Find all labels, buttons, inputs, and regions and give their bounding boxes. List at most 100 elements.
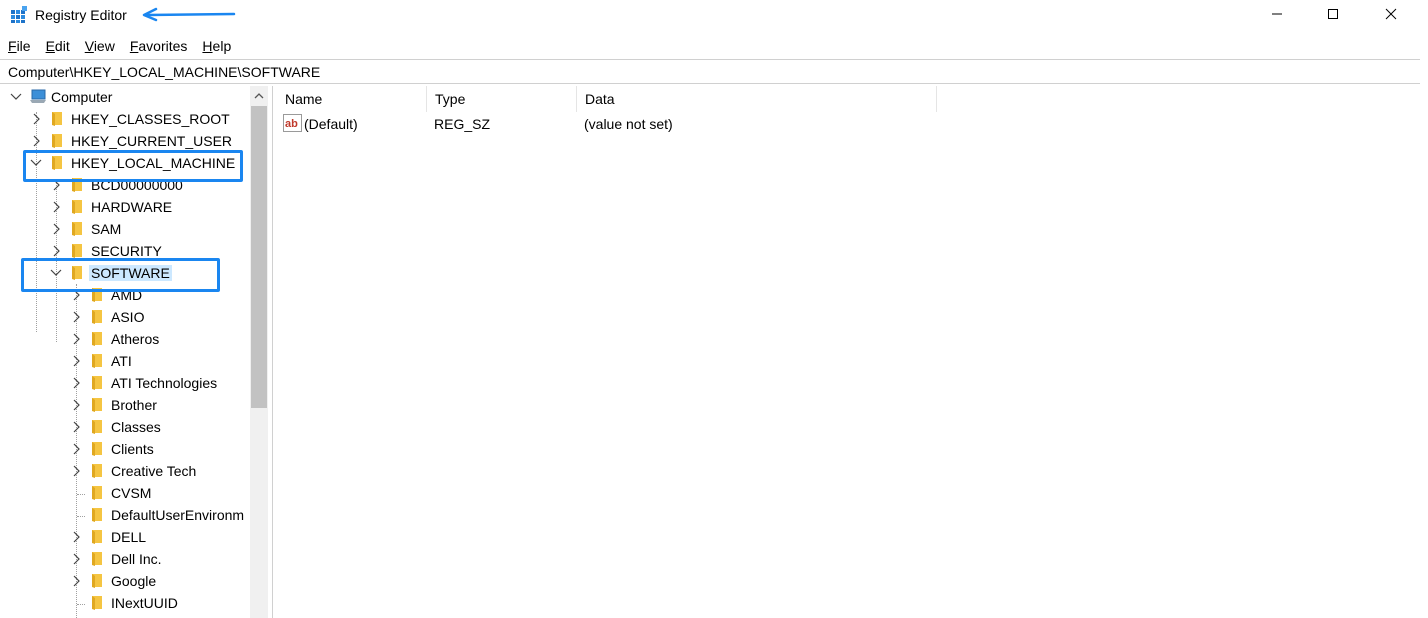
tree-item-subkey[interactable]: Creative Tech [0,460,250,482]
tree-item-subkey[interactable]: CVSM [0,482,250,504]
registry-cube-icon [10,6,28,24]
folder-icon [49,133,65,148]
menu-file[interactable]: File [0,36,38,56]
tree-item-label: Brother [111,397,157,413]
tree-item-subkey[interactable]: ATI [0,350,250,372]
tree-item-subkey[interactable]: Atheros [0,328,250,350]
chevron-right-icon[interactable] [69,552,83,566]
annotation-arrow-icon [138,6,238,25]
tree-item-subkey[interactable]: DefaultUserEnvironm [0,504,250,526]
tree-item-label: SAM [91,221,122,237]
folder-icon [89,419,105,434]
menu-edit[interactable]: Edit [38,36,77,56]
tree-item-subkey[interactable]: Clients [0,438,250,460]
chevron-right-icon[interactable] [69,310,83,324]
address-bar[interactable]: Computer\HKEY_LOCAL_MACHINE\SOFTWARE [0,59,1420,84]
value-row-default[interactable]: ab (Default) REG_SZ (value not set) [277,113,977,135]
maximize-button[interactable] [1304,0,1362,30]
folder-icon [49,111,65,126]
computer-icon [29,89,47,104]
folder-icon [69,199,85,214]
column-header-data[interactable]: Data [577,86,937,112]
tree-item-label: ATI Technologies [111,375,218,391]
annotation-highlight-hklm [23,150,243,182]
tree-item-label: Creative Tech [111,463,197,479]
tree-item-label: DELL [111,529,147,545]
folder-icon [89,595,105,610]
menu-favorites[interactable]: Favorites [122,36,195,56]
tree-item-label: DefaultUserEnvironm [111,507,245,523]
folder-icon [89,485,105,500]
chevron-right-icon[interactable] [69,420,83,434]
chevron-right-icon[interactable] [69,354,83,368]
minimize-button[interactable] [1248,0,1306,30]
folder-icon [69,221,85,236]
folder-icon [89,397,105,412]
chevron-right-icon[interactable] [29,112,43,126]
folder-icon [89,331,105,346]
chevron-right-icon[interactable] [69,332,83,346]
tree-item-label: ASIO [111,309,145,325]
chevron-right-icon[interactable] [69,574,83,588]
values-list[interactable]: Name Type Data ab (Default) REG_SZ (valu… [277,86,1420,618]
tree-item-subkey[interactable]: Google [0,570,250,592]
chevron-right-icon[interactable] [69,376,83,390]
tree-item-subkey[interactable]: Dell Inc. [0,548,250,570]
folder-icon [89,507,105,522]
tree-item-sam[interactable]: SAM [0,218,250,240]
chevron-right-icon[interactable] [69,530,83,544]
folder-icon [89,573,105,588]
tree-item-hkey-classes-root[interactable]: HKEY_CLASSES_ROOT [0,108,250,130]
tree-item-subkey[interactable]: INextUUID [0,592,250,614]
tree-item-subkey[interactable]: Brother [0,394,250,416]
maximize-icon [1327,7,1339,23]
chevron-right-icon[interactable] [29,134,43,148]
tree-item-subkey[interactable]: ASIO [0,306,250,328]
column-header-type[interactable]: Type [427,86,577,112]
tree-item-hkey-current-user[interactable]: HKEY_CURRENT_USER [0,130,250,152]
minimize-icon [1271,7,1283,23]
chevron-right-icon[interactable] [69,398,83,412]
folder-icon [89,309,105,324]
tree-item-hardware[interactable]: HARDWARE [0,196,250,218]
menu-help[interactable]: Help [194,36,238,56]
tree-item-label: Dell Inc. [111,551,162,567]
tree-item-subkey[interactable]: Classes [0,416,250,438]
address-path[interactable]: Computer\HKEY_LOCAL_MACHINE\SOFTWARE [8,64,320,80]
close-button[interactable] [1362,0,1420,30]
svg-text:ab: ab [285,118,298,130]
chevron-right-icon[interactable] [49,200,63,214]
tree-item-subkey[interactable]: DELL [0,526,250,548]
chevron-right-icon[interactable] [69,464,83,478]
folder-icon [89,551,105,566]
value-data: (value not set) [584,116,673,132]
menu-view[interactable]: View [77,36,122,56]
tree-item-label: ATI [111,353,132,369]
tree-item-label: HKEY_CLASSES_ROOT [71,111,230,127]
scroll-thumb[interactable] [251,106,267,408]
annotation-highlight-software [21,258,220,292]
tree-item-label: Clients [111,441,154,457]
folder-icon [89,463,105,478]
tree-item-label: Classes [111,419,161,435]
tree-item-label: CVSM [111,485,152,501]
value-name: (Default) [304,116,358,132]
tree-item-label: Computer [51,89,113,105]
folder-icon [89,441,105,456]
chevron-right-icon[interactable] [69,442,83,456]
tree-item-label: Google [111,573,157,589]
column-header-name[interactable]: Name [277,86,427,112]
chevron-right-icon[interactable] [49,244,63,258]
tree-item-subkey[interactable]: ATI Technologies [0,372,250,394]
chevron-right-icon[interactable] [49,222,63,236]
tree-scrollbar[interactable] [250,86,268,618]
folder-icon [89,375,105,390]
tree-item-label: HKEY_CURRENT_USER [71,133,233,149]
tree-item-label: Atheros [111,331,160,347]
tree-item-computer[interactable]: Computer [0,86,250,108]
value-type: REG_SZ [434,116,491,132]
pane-splitter[interactable] [272,86,276,618]
chevron-down-icon[interactable] [9,90,23,104]
title-bar: Registry Editor [0,0,1428,32]
scroll-up-button[interactable] [250,86,268,106]
